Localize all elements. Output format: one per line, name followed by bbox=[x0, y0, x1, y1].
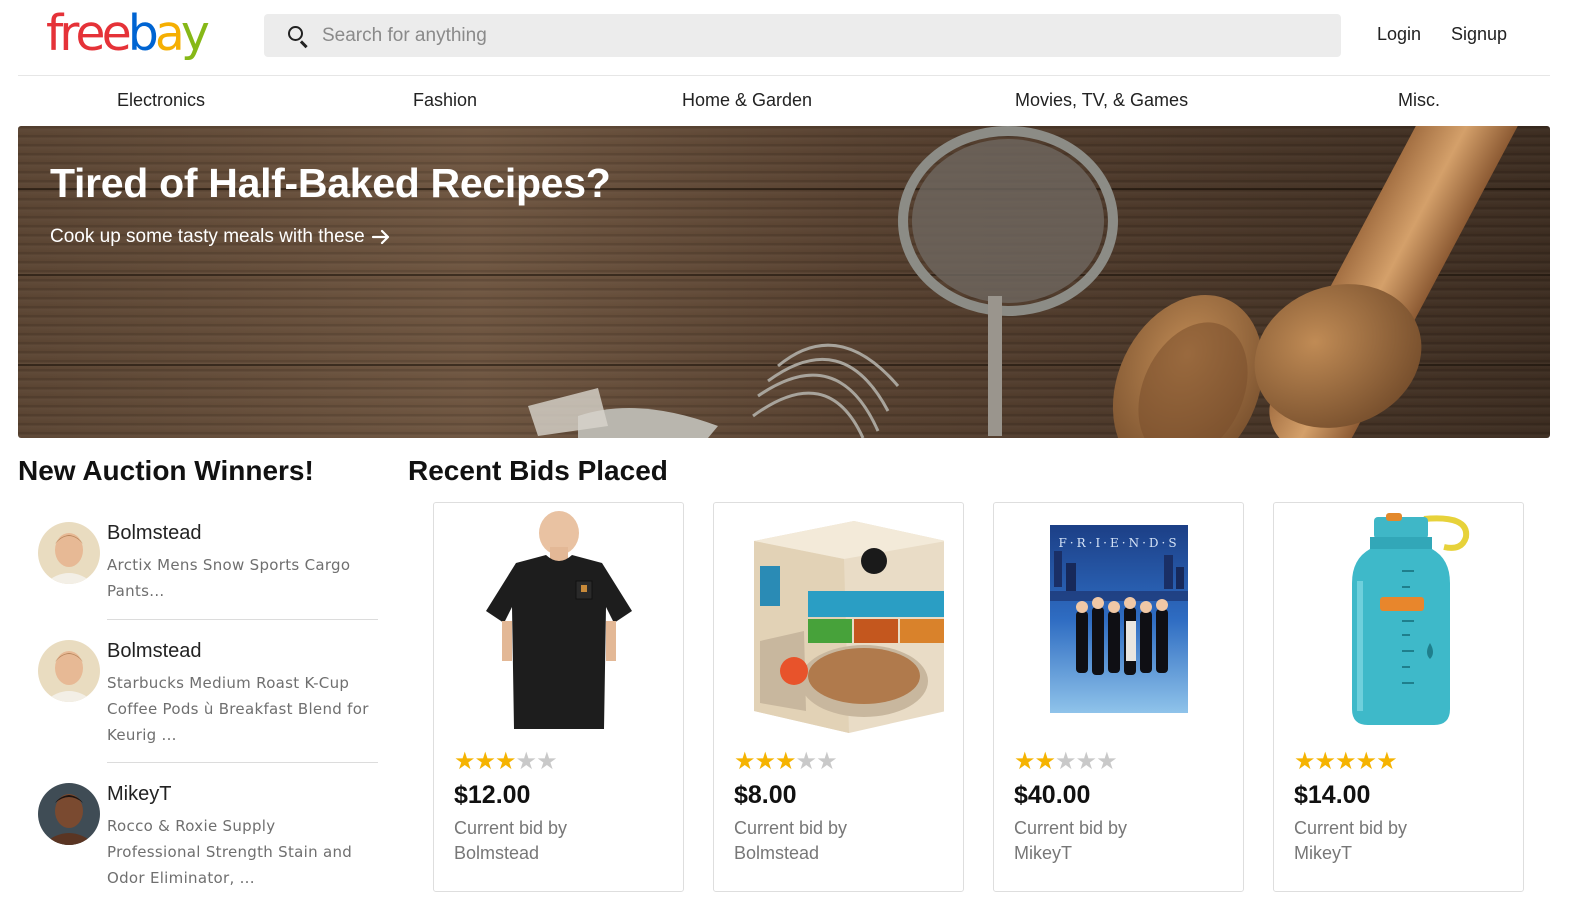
bid-label: Current bid by bbox=[1014, 818, 1128, 838]
current-bidder: Current bid by MikeyT bbox=[1294, 816, 1407, 866]
star-filled-icon: ★ bbox=[1355, 748, 1377, 775]
star-filled-icon: ★ bbox=[1314, 748, 1336, 775]
bid-card[interactable]: ★★★★★ $12.00 Current bid by Bolmstead bbox=[433, 502, 684, 892]
winner-name: Bolmstead bbox=[107, 640, 202, 662]
star-rating: ★★★★★ bbox=[734, 747, 838, 776]
logo-letter: y bbox=[180, 5, 210, 62]
winner-item-description: Starbucks Medium Roast K-Cup Coffee Pods… bbox=[107, 674, 369, 744]
star-filled-icon: ★ bbox=[1376, 748, 1397, 775]
bid-card[interactable]: ★★★★★ $14.00 Current bid by MikeyT bbox=[1273, 502, 1524, 892]
star-empty-icon: ★ bbox=[515, 748, 537, 775]
star-rating: ★★★★★ bbox=[454, 747, 558, 776]
star-filled-icon: ★ bbox=[474, 748, 496, 775]
nav-home-garden[interactable]: Home & Garden bbox=[682, 90, 812, 111]
winner-divider bbox=[107, 619, 378, 620]
login-link[interactable]: Login bbox=[1377, 24, 1421, 45]
star-empty-icon: ★ bbox=[1096, 748, 1117, 775]
current-bid-price: $40.00 bbox=[1014, 781, 1091, 809]
hero-title: Tired of Half-Baked Recipes? bbox=[50, 160, 611, 206]
winner-item-description: Rocco & Roxie Supply Professional Streng… bbox=[107, 817, 353, 887]
star-empty-icon: ★ bbox=[536, 748, 557, 775]
product-image-water-bottle bbox=[1352, 513, 1470, 725]
star-filled-icon: ★ bbox=[1335, 748, 1356, 775]
product-image-friends-dvd: F·R·I·E·N·D·S bbox=[1050, 525, 1188, 713]
bid-label: Current bid by bbox=[734, 818, 848, 838]
nav-movies-tv-games[interactable]: Movies, TV, & Games bbox=[1015, 90, 1188, 111]
star-filled-icon: ★ bbox=[454, 748, 475, 775]
freebay-logo[interactable]: freebay bbox=[46, 4, 210, 64]
logo-letter: b bbox=[127, 5, 159, 62]
star-empty-icon: ★ bbox=[795, 748, 817, 775]
current-bid-price: $14.00 bbox=[1294, 781, 1371, 809]
logo-letter: r bbox=[59, 5, 79, 62]
logo-letter: a bbox=[154, 5, 185, 62]
avatar bbox=[38, 783, 100, 845]
bidder-name: MikeyT bbox=[1014, 843, 1072, 863]
current-bidder: Current bid by Bolmstead bbox=[734, 816, 847, 866]
star-filled-icon: ★ bbox=[495, 748, 516, 775]
star-rating: ★★★★★ bbox=[1014, 747, 1118, 776]
bidder-name: MikeyT bbox=[1294, 843, 1352, 863]
bidder-name: Bolmstead bbox=[734, 843, 820, 863]
header-divider bbox=[18, 75, 1550, 76]
bidder-name: Bolmstead bbox=[454, 843, 540, 863]
bids-section-title: Recent Bids Placed bbox=[408, 455, 668, 486]
logo-letter: e bbox=[75, 5, 105, 62]
signup-link[interactable]: Signup bbox=[1451, 24, 1507, 45]
search-bar bbox=[264, 14, 1341, 57]
avatar bbox=[38, 640, 100, 702]
nav-misc[interactable]: Misc. bbox=[1398, 90, 1440, 111]
winner-divider bbox=[107, 762, 378, 763]
star-empty-icon: ★ bbox=[1055, 748, 1076, 775]
svg-text:F·R·I·E·N·D·S: F·R·I·E·N·D·S bbox=[1058, 536, 1179, 550]
search-icon[interactable] bbox=[286, 24, 310, 48]
current-bidder: Current bid by Bolmstead bbox=[454, 816, 567, 866]
current-bid-price: $12.00 bbox=[454, 781, 531, 809]
bid-card[interactable]: ★★★★★ $8.00 Current bid by Bolmstead bbox=[713, 502, 964, 892]
bid-label: Current bid by bbox=[1294, 818, 1408, 838]
current-bidder: Current bid by MikeyT bbox=[1014, 816, 1127, 866]
star-rating: ★★★★★ bbox=[1294, 747, 1398, 776]
winner-item-description: Arctix Mens Snow Sports Cargo Pants... bbox=[107, 556, 351, 600]
winner-name: Bolmstead bbox=[107, 522, 202, 544]
star-filled-icon: ★ bbox=[734, 748, 755, 775]
hero-cta-link[interactable]: Cook up some tasty meals with these bbox=[50, 226, 391, 248]
logo-letter: f bbox=[46, 5, 63, 62]
star-filled-icon: ★ bbox=[754, 748, 776, 775]
site-header: freebay Login Signup bbox=[0, 0, 1576, 76]
product-image-oatmeal-box bbox=[754, 521, 944, 733]
current-bid-price: $8.00 bbox=[734, 781, 797, 809]
logo-letter: e bbox=[101, 5, 132, 62]
winner-name: MikeyT bbox=[107, 783, 172, 805]
product-image-tshirt bbox=[486, 511, 632, 729]
bid-card[interactable]: F·R·I·E·N·D·S ★★★★★ $40.00 Current bid b… bbox=[993, 502, 1244, 892]
star-filled-icon: ★ bbox=[1294, 748, 1315, 775]
hero-subtitle: Cook up some tasty meals with these bbox=[50, 226, 365, 247]
arrow-right-icon bbox=[371, 229, 389, 245]
star-filled-icon: ★ bbox=[1014, 748, 1035, 775]
star-empty-icon: ★ bbox=[816, 748, 837, 775]
star-filled-icon: ★ bbox=[775, 748, 796, 775]
hero-banner[interactable]: Tired of Half-Baked Recipes? Cook up som… bbox=[18, 126, 1550, 438]
search-input[interactable] bbox=[322, 24, 1222, 47]
star-empty-icon: ★ bbox=[1075, 748, 1097, 775]
star-filled-icon: ★ bbox=[1034, 748, 1056, 775]
avatar bbox=[38, 522, 100, 584]
nav-electronics[interactable]: Electronics bbox=[117, 90, 205, 111]
winners-section-title: New Auction Winners! bbox=[18, 455, 314, 486]
bid-label: Current bid by bbox=[454, 818, 568, 838]
nav-fashion[interactable]: Fashion bbox=[413, 90, 477, 111]
